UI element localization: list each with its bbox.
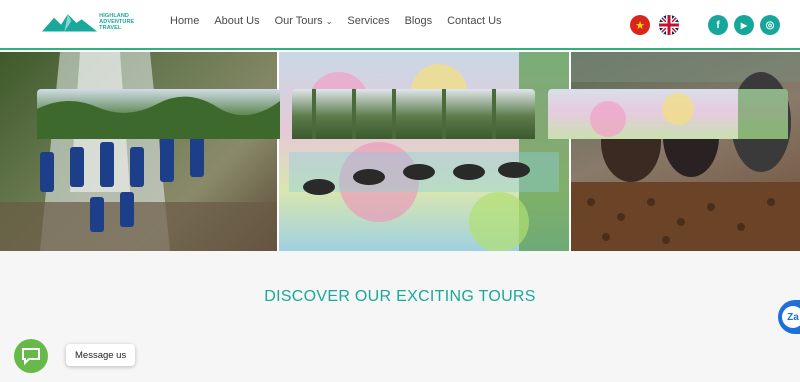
tour-card-1[interactable] (37, 89, 280, 139)
brand-logo[interactable]: HIGHLAND ADVENTURE TRAVEL (42, 11, 150, 33)
messenger-chat-button[interactable] (14, 339, 48, 373)
youtube-icon[interactable]: ▶ (734, 15, 754, 35)
nav-item-blogs[interactable]: Blogs (405, 15, 433, 27)
main-nav: Home About Us Our Tours ⌄ Services Blogs … (170, 15, 517, 27)
tour-card-2[interactable] (292, 89, 535, 139)
nav-item-home[interactable]: Home (170, 15, 199, 27)
hero-photo-coffee-beans (571, 52, 800, 251)
site-header: HIGHLAND ADVENTURE TRAVEL Home About Us … (0, 0, 800, 50)
section-title: DISCOVER OUR EXCITING TOURS (264, 288, 536, 305)
nav-item-our-tours[interactable]: Our Tours ⌄ (275, 15, 333, 27)
tour-card-3[interactable] (548, 89, 788, 139)
mountain-logo-icon (42, 14, 98, 32)
instagram-icon[interactable]: ◎ (760, 15, 780, 35)
chat-label[interactable]: Message us (66, 344, 136, 366)
uk-flag-icon[interactable] (659, 15, 679, 35)
vietnam-flag-icon[interactable]: ★ (630, 15, 650, 35)
zalo-icon: Za (782, 306, 800, 328)
chat-bubble-icon (22, 348, 40, 365)
nav-item-services[interactable]: Services (347, 15, 389, 27)
hero-photo-waterfall-group (0, 52, 277, 251)
hero-gallery (0, 52, 800, 251)
nav-item-contact-us[interactable]: Contact Us (447, 15, 501, 27)
chevron-down-icon: ⌄ (325, 16, 333, 26)
facebook-icon[interactable]: f (708, 15, 728, 35)
logo-text: HIGHLAND ADVENTURE TRAVEL (99, 13, 135, 31)
nav-item-about-us[interactable]: About Us (214, 15, 259, 27)
hero-photo-flower-slide (279, 52, 569, 251)
